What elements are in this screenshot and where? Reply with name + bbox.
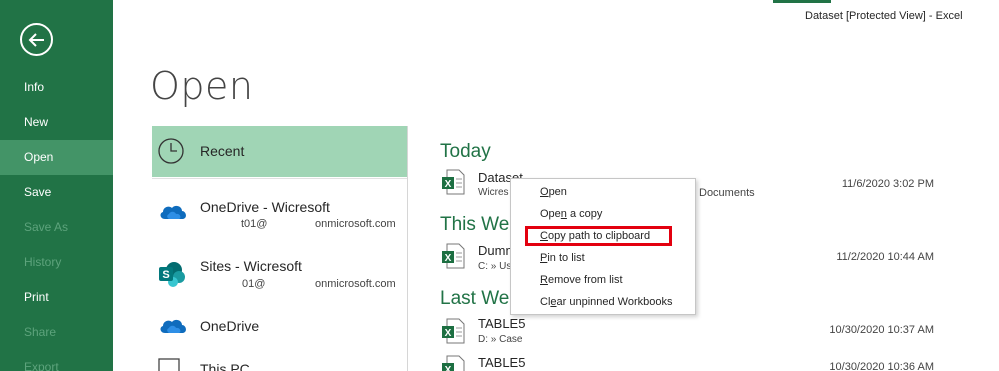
file-date: 10/30/2020 10:36 AM [829, 361, 934, 371]
location-label: OneDrive - Wicresoft [200, 199, 330, 215]
title-accent-bar [773, 0, 831, 3]
svg-text:S: S [162, 269, 169, 281]
excel-file-icon: X [442, 318, 465, 344]
back-button[interactable] [20, 23, 53, 56]
file-path: Wicres [478, 187, 509, 198]
nav-save-as[interactable]: Save As [0, 210, 113, 245]
menu-item-open-a-copy[interactable]: Open a copy [540, 208, 602, 220]
location-recent[interactable]: Recent [152, 126, 407, 177]
svg-text:X: X [445, 365, 452, 371]
panel-divider [407, 126, 408, 371]
sharepoint-icon: S [159, 262, 185, 287]
account-email-domain: onmicrosoft.com [315, 278, 396, 290]
menu-item-text: Cl [540, 296, 551, 308]
excel-file-icon: X [442, 355, 465, 371]
locations-panel: Recent OneDrive - Wicresoft t01@ onmicro… [152, 126, 407, 371]
menu-item-text: pen [548, 186, 567, 198]
nav-share[interactable]: Share [0, 315, 113, 350]
file-path: C: » Us [478, 261, 512, 272]
location-label: OneDrive [200, 318, 260, 334]
menu-item-text: ar unpinned Workbooks [556, 296, 673, 308]
file-date: 11/2/2020 10:44 AM [836, 251, 934, 263]
menu-item-text: in to list [547, 252, 585, 264]
nav-print[interactable]: Print [0, 280, 113, 315]
context-menu: Open Open a copy Copy path to clipboard … [510, 178, 696, 315]
file-name[interactable]: TABLE5 [478, 316, 525, 331]
group-heading-this-week: This Wee [440, 214, 520, 235]
menu-item-open[interactable]: Open [540, 186, 567, 198]
clock-icon [158, 138, 184, 164]
file-path: D: » Case [478, 334, 523, 345]
accelerator-key: R [540, 274, 548, 286]
excel-file-icon: X [442, 243, 465, 269]
menu-item-clear-unpinned-workbooks[interactable]: Clear unpinned Workbooks [540, 296, 673, 308]
page-title: Open [150, 64, 254, 108]
account-email-prefix: 01@ [242, 278, 266, 290]
divider [152, 178, 407, 179]
window-title: Dataset [Protected View] - Excel [805, 10, 963, 22]
location-this-pc[interactable]: This PC [152, 354, 407, 371]
location-onedrive-wicresoft[interactable]: OneDrive - Wicresoft t01@ onmicrosoft.co… [152, 190, 407, 238]
nav-info[interactable]: Info [0, 70, 113, 105]
menu-item-text: emove from list [547, 274, 623, 286]
file-path-tail: Documents [699, 187, 755, 199]
menu-item-remove-from-list[interactable]: Remove from list [540, 274, 623, 286]
highlight-box [525, 226, 672, 246]
nav-save[interactable]: Save [0, 175, 113, 210]
back-arrow-icon [28, 33, 44, 47]
menu-item-text: Ope [540, 208, 561, 220]
svg-text:X: X [445, 253, 452, 264]
file-date: 11/6/2020 3:02 PM [841, 178, 934, 190]
menu-item-pin-to-list[interactable]: Pin to list [540, 252, 585, 264]
svg-text:X: X [445, 179, 452, 190]
group-heading-last-week: Last Wee [440, 288, 520, 309]
account-email-prefix: t01@ [241, 218, 268, 230]
nav-export[interactable]: Export [0, 350, 113, 371]
location-label: This PC [200, 361, 250, 371]
backstage-sidebar: Info New Open Save Save As History Print… [0, 0, 113, 371]
location-onedrive[interactable]: OneDrive [152, 306, 407, 346]
computer-icon [158, 358, 180, 371]
nav-new[interactable]: New [0, 105, 113, 140]
excel-file-icon: X [442, 169, 465, 195]
file-name[interactable]: TABLE5 [478, 355, 525, 370]
nav-history[interactable]: History [0, 245, 113, 280]
file-date: 10/30/2020 10:37 AM [829, 324, 934, 336]
nav-open[interactable]: Open [0, 140, 113, 175]
onedrive-cloud-icon [160, 319, 186, 333]
svg-text:X: X [445, 328, 452, 339]
account-email-domain: onmicrosoft.com [315, 218, 396, 230]
group-heading-today: Today [440, 141, 491, 162]
location-sites-wicresoft[interactable]: S Sites - Wicresoft 01@ onmicrosoft.com [152, 248, 407, 298]
location-label: Sites - Wicresoft [200, 258, 302, 274]
accelerator-key: O [540, 186, 549, 198]
onedrive-cloud-icon [160, 205, 186, 219]
menu-item-text: a copy [566, 208, 603, 220]
location-label: Recent [200, 143, 245, 159]
